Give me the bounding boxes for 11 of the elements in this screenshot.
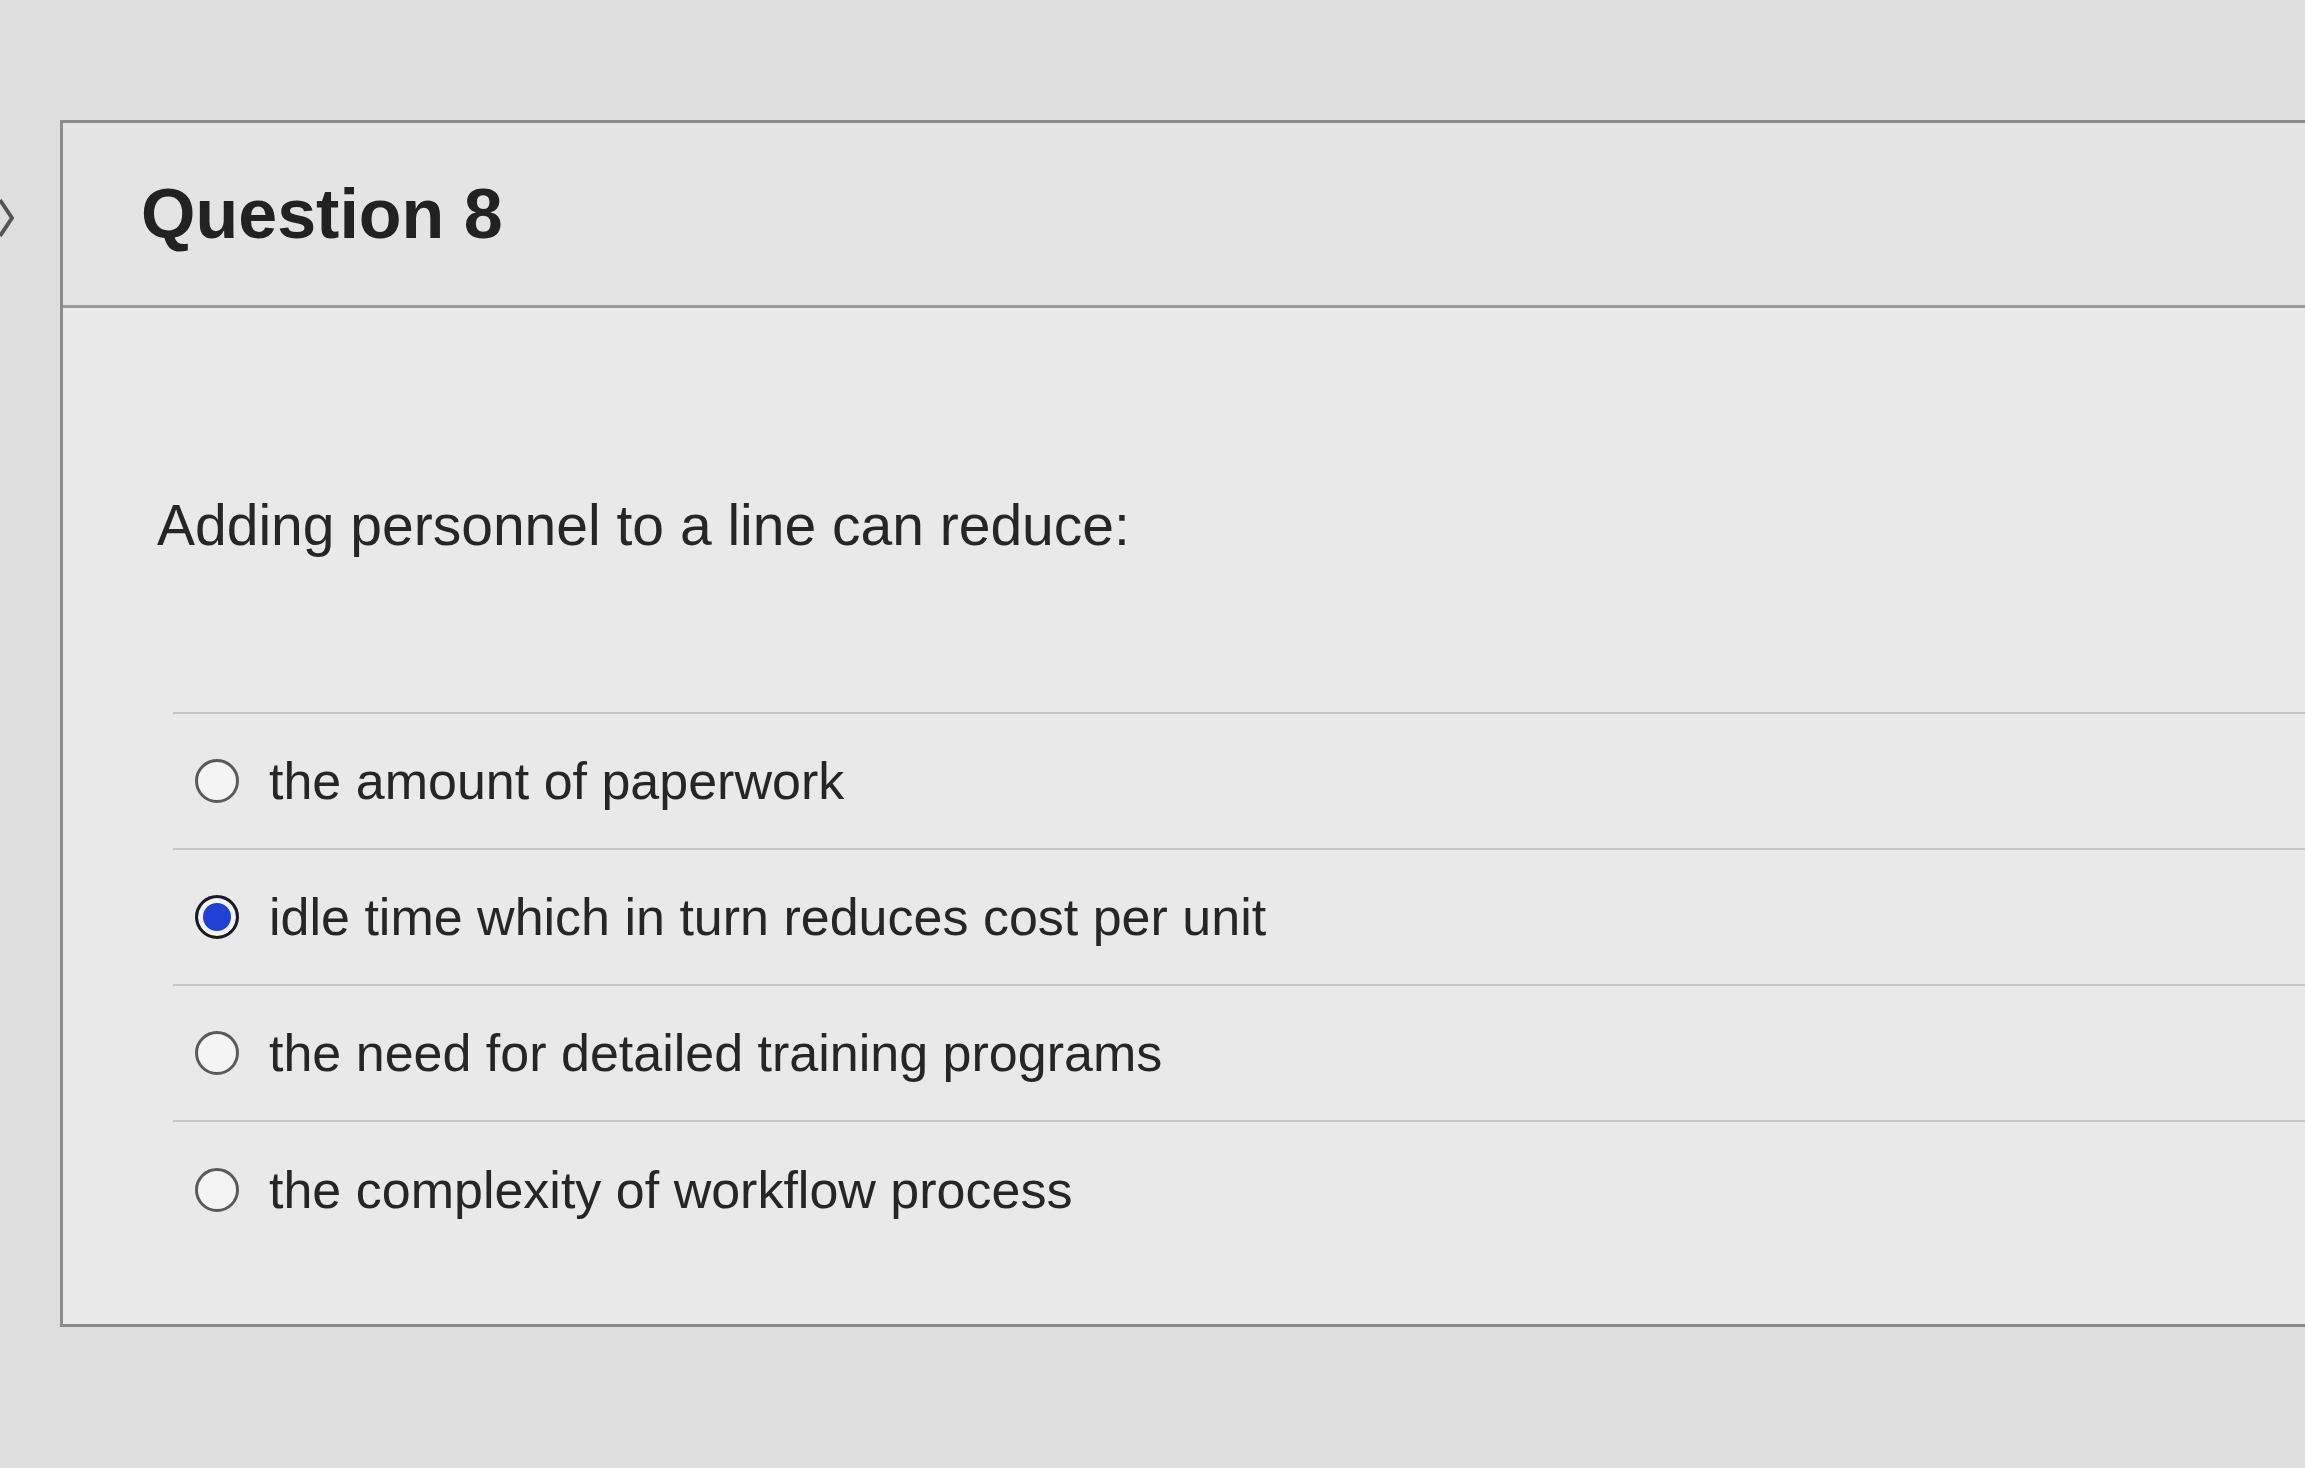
radio-button[interactable] <box>195 895 239 939</box>
option-label: idle time which in turn reduces cost per unit <box>269 887 1267 947</box>
radio-button[interactable] <box>195 1168 239 1212</box>
question-title: Question 8 <box>141 174 503 254</box>
option-label: the need for detailed training programs <box>269 1023 1163 1083</box>
chevron-right-icon[interactable] <box>0 198 14 238</box>
radio-button[interactable] <box>195 1031 239 1075</box>
option-label: the amount of paperwork <box>269 751 845 811</box>
option-label: the complexity of workflow process <box>269 1160 1073 1220</box>
question-prompt: Adding personnel to a line can reduce: <box>157 492 1130 559</box>
radio-button[interactable] <box>195 759 239 803</box>
